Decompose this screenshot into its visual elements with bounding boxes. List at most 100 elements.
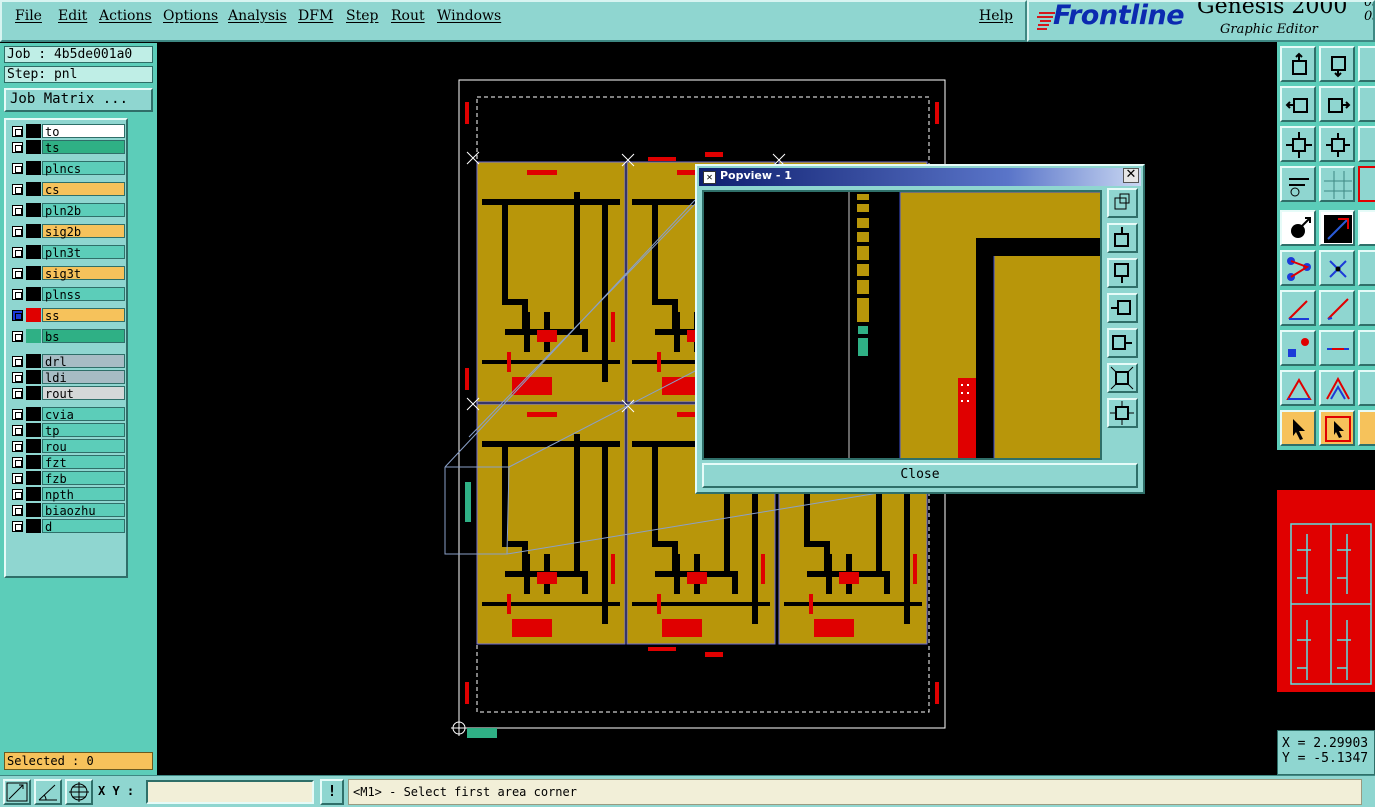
pad-icon[interactable]	[1280, 330, 1316, 366]
close-icon[interactable]: ✕	[1123, 168, 1139, 183]
layer-name[interactable]: to	[42, 124, 125, 139]
layer-color-swatch[interactable]	[26, 423, 41, 437]
minus-line-icon[interactable]	[1319, 330, 1355, 366]
layer-name[interactable]: pln3t	[42, 245, 125, 260]
shape-icon[interactable]	[1358, 370, 1375, 406]
zoom-out-icon[interactable]	[1280, 126, 1316, 162]
menu-windows[interactable]: Windows	[437, 8, 501, 24]
layer-row-ts[interactable]: ts	[8, 139, 126, 155]
layer-color-swatch[interactable]	[26, 407, 41, 421]
layer-row-rout[interactable]: rout	[8, 385, 126, 401]
layer-checkbox[interactable]	[12, 388, 23, 399]
layer-checkbox[interactable]	[12, 356, 23, 367]
menu-file[interactable]: File	[15, 8, 42, 24]
popview-viewport[interactable]	[702, 190, 1102, 460]
line-angle-icon[interactable]	[1280, 290, 1316, 326]
snap-icon[interactable]	[1358, 166, 1375, 202]
triangle-icon[interactable]	[1280, 370, 1316, 406]
layer-checkbox[interactable]	[12, 310, 23, 321]
menu-help[interactable]: Help	[979, 8, 1013, 24]
layer-name[interactable]: fzb	[42, 471, 125, 486]
layer-name[interactable]: fzt	[42, 455, 125, 470]
zoom-area-icon[interactable]	[1358, 126, 1375, 162]
layer-checkbox[interactable]	[12, 457, 23, 468]
layer-row-rou[interactable]: rou	[8, 438, 126, 454]
layer-name[interactable]: ss	[42, 308, 125, 323]
popview-pan-down-icon[interactable]	[1107, 258, 1138, 288]
layer-color-swatch[interactable]	[26, 203, 41, 217]
layer-checkbox[interactable]	[12, 247, 23, 258]
menu-actions[interactable]: Actions	[99, 8, 152, 24]
layer-checkbox[interactable]	[12, 372, 23, 383]
popview-zoom-out-icon[interactable]	[1107, 363, 1138, 393]
layer-color-swatch[interactable]	[26, 224, 41, 238]
layer-color-swatch[interactable]	[26, 487, 41, 501]
layer-checkbox[interactable]	[12, 163, 23, 174]
layer-color-swatch[interactable]	[26, 124, 41, 138]
layer-row-pln2b[interactable]: pln2b	[8, 202, 126, 218]
layer-color-swatch[interactable]	[26, 287, 41, 301]
popview-zoom-fit-icon[interactable]	[1107, 188, 1138, 218]
menu-rout[interactable]: Rout	[391, 8, 425, 24]
layer-checkbox[interactable]	[12, 505, 23, 516]
layer-checkbox[interactable]	[12, 268, 23, 279]
layer-name[interactable]: plnss	[42, 287, 125, 302]
layer-name[interactable]: cs	[42, 182, 125, 197]
layer-row-bs[interactable]: bs	[8, 328, 126, 344]
layer-name[interactable]: bs	[42, 329, 125, 344]
menu-edit[interactable]: Edit	[58, 8, 87, 24]
layer-checkbox[interactable]	[12, 425, 23, 436]
layer-color-swatch[interactable]	[26, 161, 41, 175]
layer-name[interactable]: drl	[42, 354, 125, 369]
layer-color-swatch[interactable]	[26, 503, 41, 517]
cross-icon[interactable]	[1319, 250, 1355, 286]
layer-row-ss[interactable]: ss	[8, 307, 126, 323]
settings-icon[interactable]	[1280, 166, 1316, 202]
line-icon[interactable]	[1319, 290, 1355, 326]
layer-checkbox[interactable]	[12, 126, 23, 137]
layer-color-swatch[interactable]	[26, 455, 41, 469]
layer-row-to[interactable]: to	[8, 123, 126, 139]
layer-name[interactable]: sig2b	[42, 224, 125, 239]
pointer-icon[interactable]	[1280, 410, 1316, 446]
layer-color-swatch[interactable]	[26, 386, 41, 400]
popview-zoom-in-icon[interactable]	[1107, 398, 1138, 428]
layer-name[interactable]: sig3t	[42, 266, 125, 281]
layer-name[interactable]: tp	[42, 423, 125, 438]
layer-row-fzb[interactable]: fzb	[8, 470, 126, 486]
job-matrix-button[interactable]: Job Matrix ...	[4, 88, 153, 112]
layer-row-plnss[interactable]: plnss	[8, 286, 126, 302]
menu-dfm[interactable]: DFM	[298, 8, 333, 24]
layer-color-swatch[interactable]	[26, 182, 41, 196]
pan-left-icon[interactable]	[1280, 86, 1316, 122]
layer-checkbox[interactable]	[12, 184, 23, 195]
popview-titlebar[interactable]: ✕ Popview - 1	[699, 168, 1141, 186]
zoom-fit-icon[interactable]	[1280, 46, 1316, 82]
popview-close-button[interactable]: Close	[702, 463, 1138, 488]
layer-row-ldi[interactable]: ldi	[8, 369, 126, 385]
layer-row-drl[interactable]: drl	[8, 353, 126, 369]
warning-button[interactable]: !	[320, 779, 344, 805]
layer-color-swatch[interactable]	[26, 370, 41, 384]
select-object-icon[interactable]	[1280, 210, 1316, 246]
layer-checkbox[interactable]	[12, 226, 23, 237]
layer-name[interactable]: ldi	[42, 370, 125, 385]
layer-row-cs[interactable]: cs	[8, 181, 126, 197]
layer-row-sig3t[interactable]: sig3t	[8, 265, 126, 281]
layer-row-tp[interactable]: tp	[8, 422, 126, 438]
layer-color-swatch[interactable]	[26, 266, 41, 280]
layer-row-biaozhu[interactable]: biaozhu	[8, 502, 126, 518]
layer-checkbox[interactable]	[12, 473, 23, 484]
layer-checkbox[interactable]	[12, 289, 23, 300]
layer-color-swatch[interactable]	[26, 471, 41, 485]
layer-color-swatch[interactable]	[26, 329, 41, 343]
layer-name[interactable]: biaozhu	[42, 503, 125, 518]
select-area-icon[interactable]	[1319, 410, 1355, 446]
layer-name[interactable]: d	[42, 519, 125, 534]
circle-node-icon[interactable]	[1358, 250, 1375, 286]
layer-checkbox[interactable]	[12, 331, 23, 342]
popview-pan-up-icon[interactable]	[1107, 223, 1138, 253]
snap-mode-icon[interactable]	[3, 779, 31, 805]
layer-name[interactable]: rout	[42, 386, 125, 401]
layer-color-swatch[interactable]	[26, 354, 41, 368]
